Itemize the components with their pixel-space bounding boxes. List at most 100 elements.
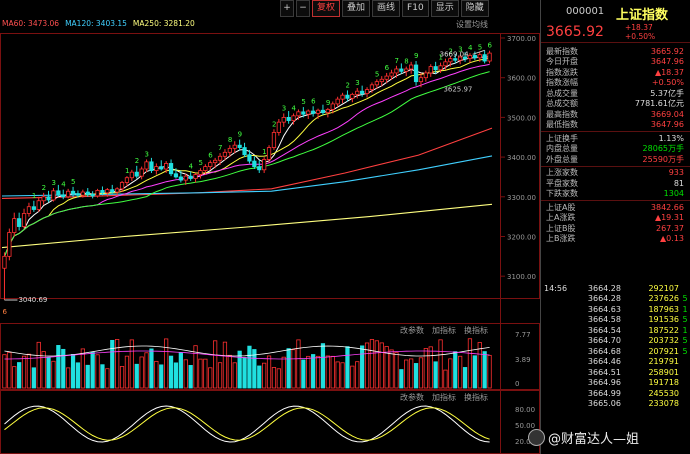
indicator-option[interactable]: 加指标 [432,325,456,336]
volume-bar [208,367,213,389]
quote-label: 今日开盘 [546,57,578,67]
candle-body [178,176,183,181]
volume-bar [266,355,272,389]
tick-row[interactable]: 3664.96 191718 [541,378,690,389]
volume-bar [315,355,321,389]
indicator-option[interactable]: 改参数 [400,392,424,403]
settings-ma-link[interactable]: 设置均线 [456,19,488,30]
volume-bar [433,361,438,389]
td-count-label: 6 [488,42,493,50]
candle-body [433,66,438,71]
tick-row[interactable]: 3664.63 187963 1 [541,304,690,315]
tick-row[interactable]: 3664.99 245530 [541,388,690,399]
td-count-label: 8 [404,58,408,66]
volume-bar [144,352,149,389]
candle-body [418,77,424,83]
candle-body [119,182,125,190]
candle-body [369,84,375,91]
tick-flag: 5 [682,315,688,325]
candle-body [271,132,277,148]
candle-body [41,196,46,202]
tick-list[interactable]: 14:56 3664.28 292107 3664.28 237626 5 3664.63 1… [541,283,690,409]
toolbar-button[interactable]: + [280,0,294,17]
tick-volume: 203732 [648,336,679,346]
quote-row: 内盘总量 28065万手 [541,144,690,155]
tick-row[interactable]: 3664.51 258901 [541,367,690,378]
volume-bar [2,354,7,389]
candle-body [7,232,12,257]
indicator-option[interactable]: 换指标 [464,325,488,336]
toolbar-button[interactable]: 显示 [430,0,459,17]
candle-body [31,206,36,210]
tick-row[interactable]: 3664.46 219791 [541,357,690,368]
quote-value: 81 [673,178,684,188]
quote-fields: 最新指数 3665.92 今日开盘 3647.96 指数涨跌 ▲18.37 指数涨幅 +0.5… [541,43,690,244]
tick-row[interactable]: 3664.70 203732 5 [541,336,690,347]
candle-body [399,68,404,72]
candle-body [320,109,326,114]
volume-bar [31,367,36,389]
tick-volume: 191718 [648,378,679,388]
volume-bar [281,356,286,389]
tick-price: 3665.06 [587,399,621,409]
toolbar-button[interactable]: 叠加 [342,0,371,17]
volume-axis-label: 7.77 [515,331,531,339]
td-count-label: 5 [375,70,379,78]
td-count-label: 7 [218,144,222,152]
toolbar-button[interactable]: F10 [402,0,429,17]
kline-chart-area[interactable]: 3700.00 3600.00 3500.00 3400.00 3300.00 3200.… [0,0,540,454]
td-count-label: 9 [326,99,330,107]
volume-bar [217,362,223,389]
indicator-option[interactable]: 加指标 [432,392,456,403]
td-count-label: 4 [189,162,194,170]
tick-row[interactable]: 3664.28 237626 5 [541,294,690,305]
toolbar-button[interactable]: − [296,0,310,17]
candle-body [404,68,409,72]
quote-value: 7781.61亿元 [634,99,684,109]
volume-bar [80,348,85,389]
quote-header: 000001 上证指数 3665.92 +18.37 +0.50% [541,0,690,43]
volume-bar [183,359,188,389]
candle-body [154,166,159,171]
tick-price: 3664.46 [587,357,621,367]
tick-volume: 207921 [648,346,679,356]
td-count-label: 4 [292,104,297,112]
toolbar-button[interactable]: 隐藏 [460,0,489,17]
candle-body [394,68,399,74]
tick-row[interactable]: 14:56 3664.28 292107 [541,283,690,294]
quote-value: 1.13% [658,133,684,143]
candle-body [227,147,232,153]
volume-bar [46,356,51,389]
quote-label: 上A涨跌 [546,213,576,223]
toolbar-button[interactable]: 画线 [372,0,401,17]
indicator-option[interactable]: 改参数 [400,325,424,336]
oscillator-legend[interactable]: 改参数 加指标 换指标 [400,392,488,403]
candle-body [134,171,139,177]
volume-bar [418,357,424,389]
candle-body [472,55,477,59]
volume-bar [105,368,110,389]
tick-price: 3664.58 [587,315,621,325]
tick-row[interactable]: 3664.68 207921 5 [541,346,690,357]
volume-bar [232,362,237,389]
tick-row[interactable]: 3665.06 233078 [541,399,690,410]
candle-body [389,72,394,77]
volume-bar [467,338,473,389]
quote-label: 总成交额 [546,99,578,109]
indicator-option[interactable]: 换指标 [464,392,488,403]
quote-label: 最新指数 [546,46,578,56]
td-count-label: 7 [394,57,398,65]
candle-body [46,196,51,201]
index-code: 000001 [566,6,605,17]
volume-legend[interactable]: 改参数 加指标 换指标 [400,325,488,336]
candle-body [252,160,257,168]
quote-value: 267.37 [656,223,684,233]
toolbar-button[interactable]: 复权 [312,0,341,17]
quote-row: 指数涨跌 ▲18.37 [541,67,690,78]
candle-body [301,111,306,115]
candle-body [124,177,130,183]
tick-row[interactable]: 3664.54 187522 1 [541,325,690,336]
candle-body [453,58,458,61]
tick-row[interactable]: 3664.58 191536 5 [541,315,690,326]
volume-bar [379,342,384,389]
